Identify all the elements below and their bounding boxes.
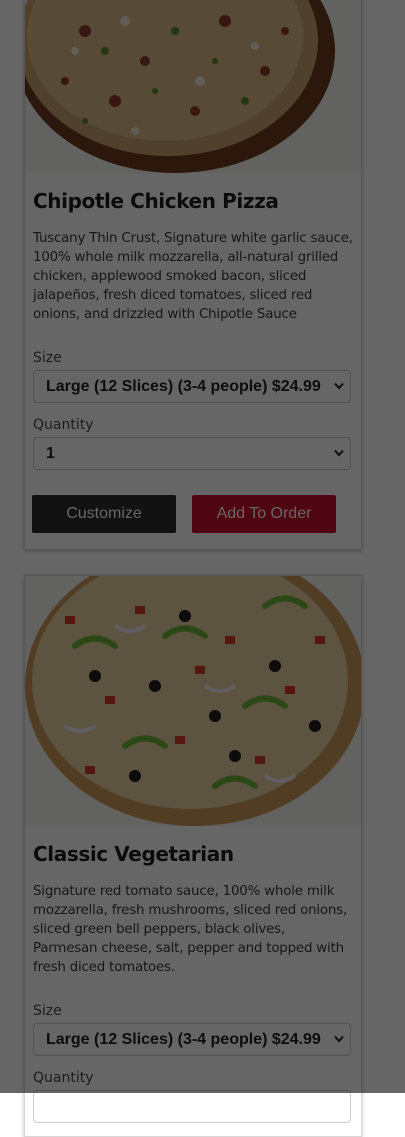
chevron-down-icon [334,449,344,457]
pizza-photo-classic-vegetarian [25,576,361,826]
customize-button[interactable]: Customize [32,495,176,533]
quantity-label: Quantity [33,1070,94,1086]
size-select-value: Large (12 Slices) (3-4 people) $24.99 [46,378,321,395]
size-label: Size [33,1003,62,1019]
action-buttons: Customize Add To Order [32,495,336,535]
product-description: Signature red tomato sauce, 100% whole m… [33,884,348,975]
product-details: Chipotle Chicken Pizza Tuscany Thin Crus… [33,187,353,470]
quantity-select-value: 1 [46,445,55,462]
product-title: Classic Vegetarian [33,842,234,866]
chevron-down-icon [334,1035,344,1043]
quantity-select[interactable]: 1 [33,437,351,470]
quantity-select[interactable] [33,1090,351,1123]
product-description: Tuscany Thin Crust, Signature white garl… [33,231,353,322]
product-details: Classic Vegetarian Signature red tomato … [33,840,353,1123]
product-title: Chipotle Chicken Pizza [33,189,279,213]
product-card-classic-vegetarian: Classic Vegetarian Signature red tomato … [24,575,362,1137]
product-card-chipotle-chicken: Chipotle Chicken Pizza Tuscany Thin Crus… [24,0,362,550]
size-select[interactable]: Large (12 Slices) (3-4 people) $24.99 [33,1023,351,1056]
quantity-label: Quantity [33,417,94,433]
chevron-down-icon [334,382,344,390]
add-to-order-button[interactable]: Add To Order [192,495,336,533]
pizza-photo-chipotle-chicken [25,0,361,173]
size-label: Size [33,350,62,366]
size-select[interactable]: Large (12 Slices) (3-4 people) $24.99 [33,370,351,403]
size-select-value: Large (12 Slices) (3-4 people) $24.99 [46,1031,321,1048]
